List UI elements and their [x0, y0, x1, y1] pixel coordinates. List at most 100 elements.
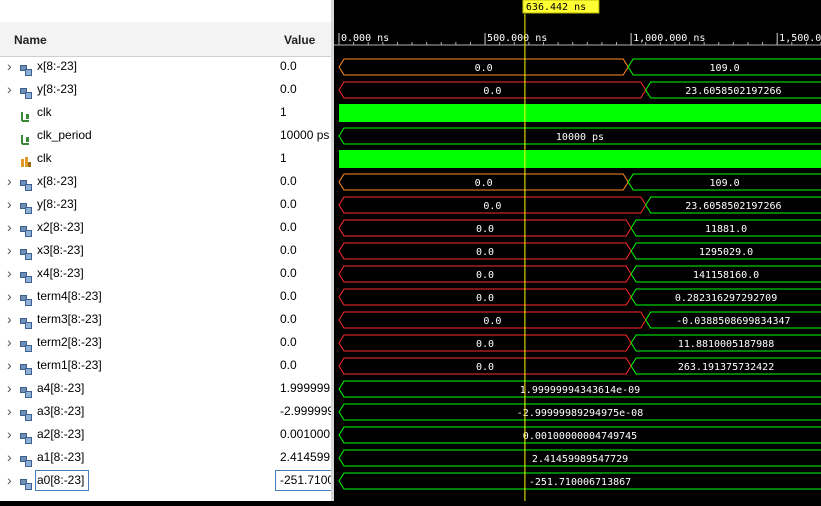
- signal-row[interactable]: clk: [0, 147, 270, 170]
- clock-bit-orange-icon: [20, 153, 32, 167]
- signal-value-cell[interactable]: 10000 ps: [270, 124, 331, 147]
- signal-row[interactable]: › term3[8:-23]: [0, 308, 270, 331]
- expand-chevron-icon[interactable]: ›: [7, 423, 15, 446]
- signal-row[interactable]: › x4[8:-23]: [0, 262, 270, 285]
- signal-value-cell[interactable]: -251.7100: [270, 469, 331, 492]
- expand-chevron-icon[interactable]: ›: [7, 308, 15, 331]
- signal-row[interactable]: › term1[8:-23]: [0, 354, 270, 377]
- timeline-tick-label: 500.000 ns: [487, 33, 547, 44]
- signal-row[interactable]: › term4[8:-23]: [0, 285, 270, 308]
- signal-value-cell[interactable]: 0.0: [270, 308, 331, 331]
- bus-icon: [20, 360, 32, 375]
- bus-value-label: 263.191375732422: [678, 362, 774, 373]
- signal-value-cell[interactable]: 0.0: [270, 216, 331, 239]
- waveform-row[interactable]: 0.0 263.191375732422: [338, 357, 821, 375]
- waveform-row[interactable]: 0.0 23.6058502197266: [338, 81, 821, 99]
- expand-chevron-icon[interactable]: ›: [7, 193, 15, 216]
- bus-value-label: 23.6058502197266: [685, 201, 781, 212]
- expand-chevron-icon[interactable]: ›: [7, 78, 15, 101]
- bus-value-label: 10000 ps: [556, 132, 604, 143]
- signal-value-cell[interactable]: 0.0: [270, 262, 331, 285]
- clock-bit-icon: [20, 107, 32, 122]
- signal-row[interactable]: clk: [0, 101, 270, 124]
- signal-row[interactable]: › a0[8:-23]: [0, 469, 270, 492]
- signal-value-cell[interactable]: 0.0: [270, 354, 331, 377]
- waveform-row[interactable]: 0.0 141158160.0: [338, 265, 821, 283]
- waveform-row[interactable]: 0.0 23.6058502197266: [338, 196, 821, 214]
- signal-row[interactable]: › a4[8:-23]: [0, 377, 270, 400]
- signal-value-cell[interactable]: 0.0: [270, 78, 331, 101]
- waveform-row[interactable]: 0.0 0.282316297292709: [338, 288, 821, 306]
- signal-row[interactable]: › x3[8:-23]: [0, 239, 270, 262]
- waveform-row[interactable]: 0.0 11881.0: [338, 219, 821, 237]
- bus-value-label: -2.99999989294975e-08: [517, 408, 643, 419]
- expand-chevron-icon[interactable]: ›: [7, 55, 15, 78]
- signal-row[interactable]: clk_period: [0, 124, 270, 147]
- expand-chevron-icon[interactable]: ›: [7, 354, 15, 377]
- signal-value-cell[interactable]: 0.001000: [270, 423, 331, 446]
- waveform-row[interactable]: 10000 ps: [338, 127, 821, 145]
- waveform-row[interactable]: [339, 104, 821, 122]
- bus-value-label: 141158160.0: [693, 270, 759, 281]
- signal-row[interactable]: › x[8:-23]: [0, 170, 270, 193]
- signal-value-cell[interactable]: 0.0: [270, 55, 331, 78]
- waveform-row[interactable]: 0.0 109.0: [338, 58, 821, 76]
- signal-name: clk: [37, 104, 52, 119]
- expand-chevron-icon[interactable]: ›: [7, 377, 15, 400]
- value-column-header[interactable]: Value: [270, 22, 331, 57]
- bus-value-label: 0.0: [475, 63, 493, 74]
- bus-value-label: 0.0: [476, 293, 494, 304]
- bus-value-label: 109.0: [710, 63, 740, 74]
- signal-value-cell[interactable]: 1.999999: [270, 377, 331, 400]
- signal-value-cell[interactable]: 0.0: [270, 331, 331, 354]
- waveform-row[interactable]: 0.00100000004749745: [338, 426, 821, 444]
- expand-chevron-icon[interactable]: ›: [7, 400, 15, 423]
- waveform-row[interactable]: 0.0 11.8810005187988: [338, 334, 821, 352]
- name-column-header[interactable]: Name: [0, 22, 270, 57]
- signal-name: term2[8:-23]: [37, 334, 102, 349]
- signal-value-cell[interactable]: 0.0: [270, 193, 331, 216]
- signal-row[interactable]: › a1[8:-23]: [0, 446, 270, 469]
- signal-row[interactable]: › y[8:-23]: [0, 193, 270, 216]
- expand-chevron-icon[interactable]: ›: [7, 216, 15, 239]
- signal-row[interactable]: › y[8:-23]: [0, 78, 270, 101]
- waveform-canvas[interactable]: 0.000 ns 500.000 ns 1,000.000 ns 1,500.000 …: [334, 0, 821, 501]
- signal-value-cell[interactable]: 0.0: [270, 285, 331, 308]
- signal-value: 0.001000: [280, 426, 331, 441]
- waveform-row[interactable]: 0.0 1295029.0: [338, 242, 821, 260]
- bus-value-label: 0.0: [476, 339, 494, 350]
- waveform-row[interactable]: 2.41459989547729: [338, 449, 821, 467]
- signal-value-cell[interactable]: -2.999999: [270, 400, 331, 423]
- bus-icon: [20, 406, 32, 421]
- signal-row[interactable]: › x[8:-23]: [0, 55, 270, 78]
- waveform-row[interactable]: -2.99999989294975e-08: [338, 403, 821, 421]
- bus-value-label: 23.6058502197266: [685, 86, 781, 97]
- signal-value-cell[interactable]: 2.414599: [270, 446, 331, 469]
- signal-row[interactable]: › a3[8:-23]: [0, 400, 270, 423]
- signal-value-cell[interactable]: 0.0: [270, 170, 331, 193]
- waveform-row[interactable]: -251.710006713867: [338, 472, 821, 490]
- signal-row[interactable]: › a2[8:-23]: [0, 423, 270, 446]
- waveform-row[interactable]: 1.99999994343614e-09: [338, 380, 821, 398]
- waveform-row[interactable]: 0.0 -0.0388508699834347: [338, 311, 821, 329]
- bus-value-label: 11881.0: [705, 224, 747, 235]
- signal-row[interactable]: › term2[8:-23]: [0, 331, 270, 354]
- expand-chevron-icon[interactable]: ›: [7, 239, 15, 262]
- expand-chevron-icon[interactable]: ›: [7, 285, 15, 308]
- signal-value-cell[interactable]: 0.0: [270, 239, 331, 262]
- bus-value-label: 0.0: [483, 86, 501, 97]
- expand-chevron-icon[interactable]: ›: [7, 469, 15, 492]
- signal-value-cell[interactable]: 1: [270, 147, 331, 170]
- timeline-tick-label: 1,000.000 ns: [633, 33, 705, 44]
- expand-chevron-icon[interactable]: ›: [7, 446, 15, 469]
- expand-chevron-icon[interactable]: ›: [7, 331, 15, 354]
- waveform-row[interactable]: [339, 150, 821, 168]
- waveform-pane[interactable]: 0.000 ns 500.000 ns 1,000.000 ns 1,500.000 …: [334, 0, 821, 501]
- signal-value: 0.0: [280, 81, 297, 96]
- expand-chevron-icon[interactable]: ›: [7, 170, 15, 193]
- signal-value-cell[interactable]: 1: [270, 101, 331, 124]
- signal-row[interactable]: › x2[8:-23]: [0, 216, 270, 239]
- signal-name: a3[8:-23]: [37, 403, 85, 418]
- expand-chevron-icon[interactable]: ›: [7, 262, 15, 285]
- waveform-row[interactable]: 0.0 109.0: [338, 173, 821, 191]
